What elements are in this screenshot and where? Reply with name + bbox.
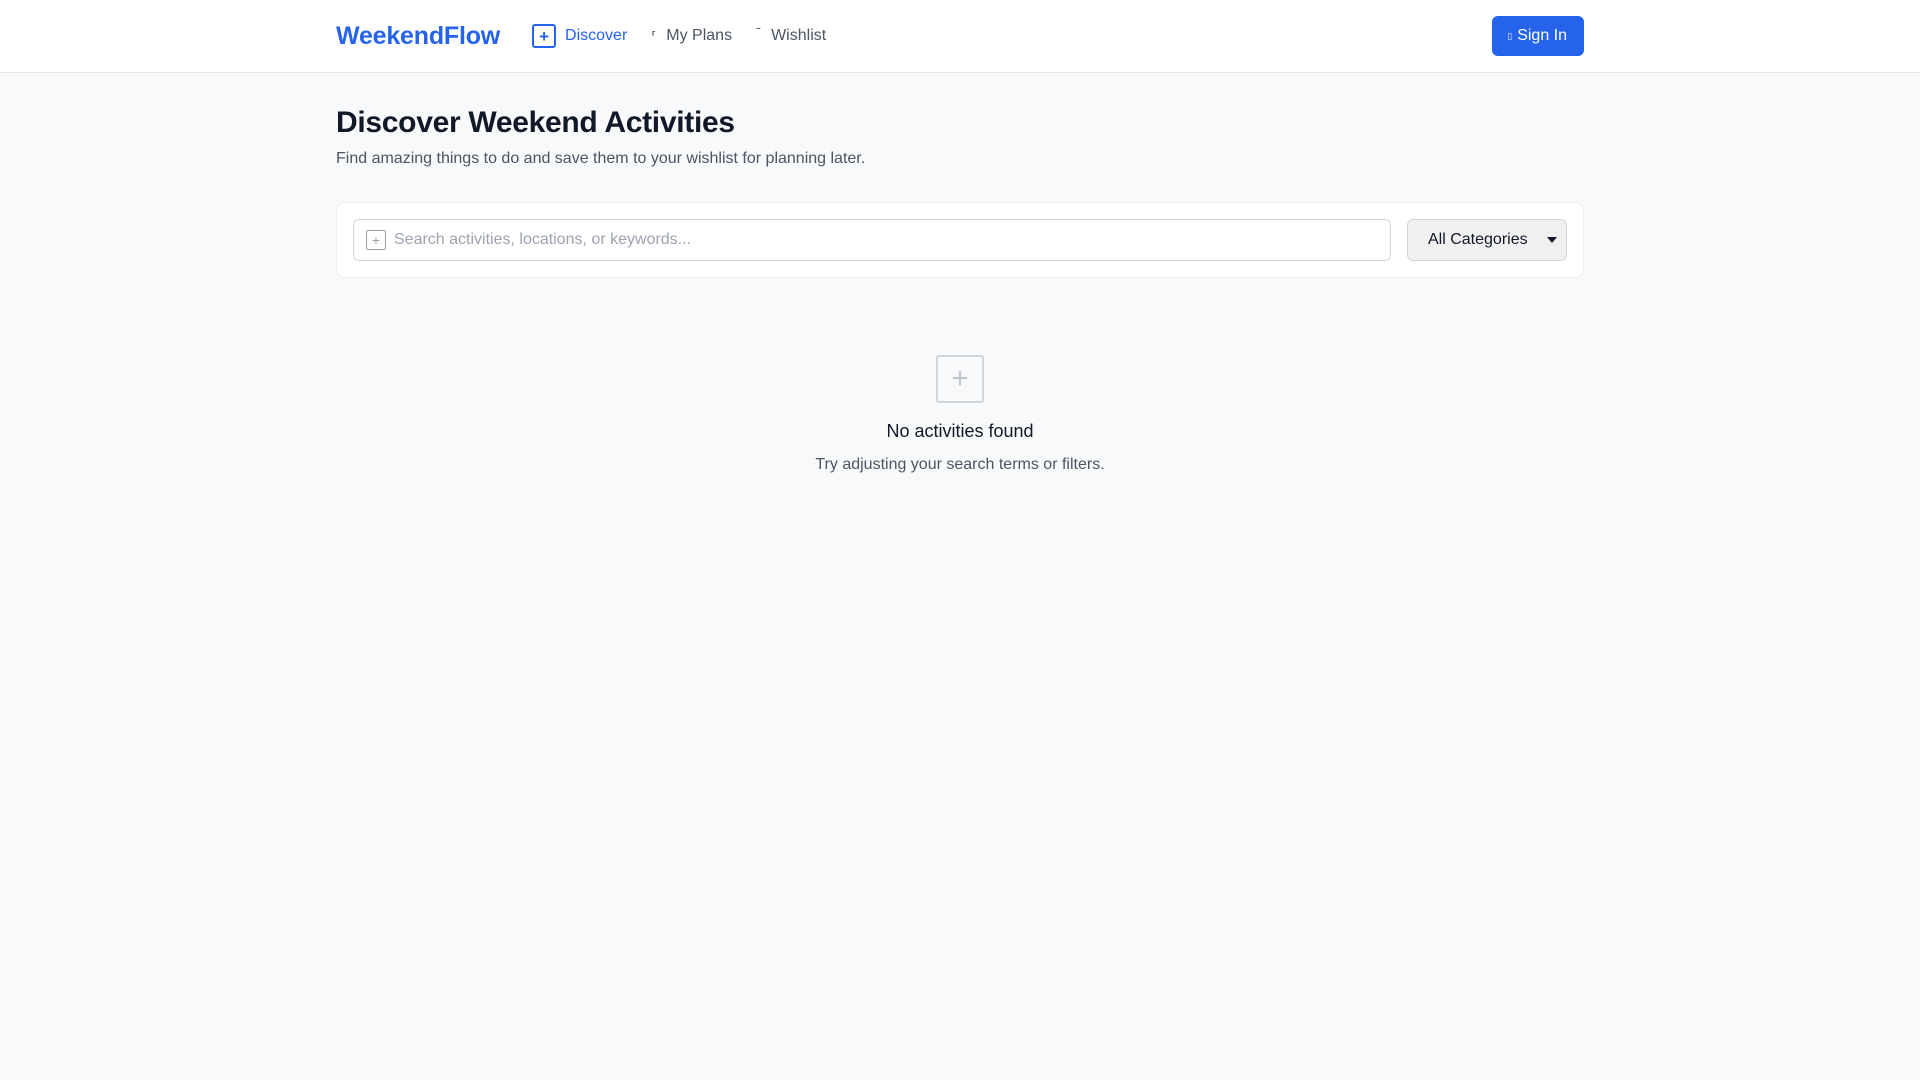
nav-item-discover[interactable]: + Discover bbox=[532, 24, 627, 48]
nav-item-wishlist[interactable]: ˗ Wishlist bbox=[756, 20, 827, 45]
search-input[interactable] bbox=[386, 220, 1390, 260]
empty-state: + No activities found Try adjusting your… bbox=[336, 355, 1584, 474]
category-select[interactable]: All Categories bbox=[1407, 219, 1567, 261]
sign-in-label: Sign In bbox=[1517, 27, 1567, 44]
main-navigation: + Discover ⸢ My Plans ˗ Wishlist bbox=[532, 20, 827, 48]
nav-item-label: My Plans bbox=[666, 27, 733, 44]
calendar-icon: ⸢ bbox=[651, 28, 657, 44]
empty-state-title: No activities found bbox=[886, 421, 1034, 441]
plus-square-icon: + bbox=[936, 355, 984, 403]
user-icon: ▯ bbox=[1507, 30, 1513, 41]
empty-state-message: Try adjusting your search terms or filte… bbox=[815, 456, 1105, 473]
main-content: Discover Weekend Activities Find amazing… bbox=[336, 73, 1584, 473]
search-field[interactable]: + bbox=[353, 219, 1391, 261]
top-navigation-bar: WeekendFlow + Discover ⸢ My Plans ˗ Wish… bbox=[0, 0, 1920, 73]
sign-in-button[interactable]: ▯ Sign In bbox=[1492, 16, 1584, 56]
plus-square-icon: + bbox=[532, 24, 557, 48]
nav-item-label: Wishlist bbox=[771, 27, 827, 44]
page-subtitle: Find amazing things to do and save them … bbox=[336, 150, 866, 167]
category-select-value: All Categories bbox=[1428, 231, 1528, 248]
nav-item-my-plans[interactable]: ⸢ My Plans bbox=[651, 27, 732, 45]
search-icon: + bbox=[366, 230, 386, 250]
search-filter-card: + All Categories bbox=[336, 202, 1584, 278]
chevron-down-icon bbox=[1547, 237, 1557, 243]
page-title: Discover Weekend Activities bbox=[336, 106, 735, 139]
heart-icon: ˗ bbox=[756, 18, 761, 34]
brand-logo[interactable]: WeekendFlow bbox=[336, 22, 500, 51]
top-navigation-inner: WeekendFlow + Discover ⸢ My Plans ˗ Wish… bbox=[336, 0, 1584, 72]
nav-item-label: Discover bbox=[565, 27, 628, 44]
